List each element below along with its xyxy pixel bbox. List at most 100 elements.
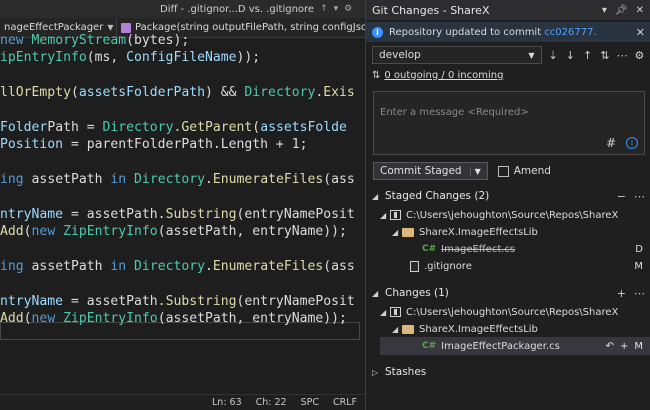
file-icon [410,260,419,272]
code-token: new [31,311,64,327]
code-line[interactable]: FolderPath = Directory.GetParent(assetsF… [0,119,347,136]
staged-folder-node[interactable]: ◢ ShareX.ImageEffectsLib [366,224,650,240]
code-token: ) && [204,85,245,101]
settings-icon[interactable]: ⚙ [634,49,645,62]
changes-repo-node[interactable]: ◢ C:\Users\jehoughton\Source\Repos\Share… [366,304,650,320]
code-token: ing [0,259,32,275]
collapse-icon[interactable]: ◢ [380,308,390,317]
close-icon[interactable]: ✕ [636,5,644,16]
chevron-down-icon: ▼ [528,50,535,60]
commit-staged-button[interactable]: Commit Staged ▼ [373,162,488,180]
changes-repo-path: C:\Users\jehoughton\Source\Repos\ShareX [406,306,619,318]
more-icon[interactable]: ⋯ [634,190,645,203]
code-token: assetsFolde [260,120,347,135]
info-icon[interactable]: i [626,137,638,149]
pin-icon[interactable]: 📌︎ [615,5,628,16]
chevron-down-icon[interactable]: ▼ [469,166,481,176]
changes-header[interactable]: ◢ Changes (1) + ⋯ [366,285,650,301]
code-line[interactable]: ntryName = assetPath.Substring(entryName… [0,293,355,310]
plus-icon[interactable]: + [617,287,626,300]
code-token: Directory [134,172,205,188]
outgoing-incoming-link[interactable]: 0 outgoing / 0 incoming [384,70,503,81]
whitespace-mode[interactable]: SPC [301,397,319,408]
pin-icon[interactable]: ↑ [320,4,328,14]
changes-folder-node[interactable]: ◢ ShareX.ImageEffectsLib [366,321,650,337]
hash-icon[interactable]: # [606,136,616,150]
changes-title: Changes (1) [385,287,449,299]
collapse-icon[interactable]: ◢ [372,289,380,298]
code-token: = parentFolderPath.Length + 1; [63,137,308,153]
column-number[interactable]: Ch: 22 [256,397,287,408]
branch-dropdown[interactable]: develop ▼ [372,46,542,64]
editor-status-bar: Ln: 63 Ch: 22 SPC CRLF [0,394,365,410]
sync-icon[interactable]: ⇅ [599,49,610,62]
csharp-file-icon: C# [422,341,437,351]
panel-title-bar: Git Changes - ShareX ▾ 📌︎ ✕ [366,0,650,20]
code-token: (assetPath, entryName)); [157,224,347,240]
code-line[interactable]: Add(new ZipEntryInfo(assetPath, entryNam… [0,310,347,327]
push-icon[interactable]: ↑ [582,49,593,62]
commit-row: Commit Staged ▼ Amend [373,162,551,180]
stage-plus-icon[interactable]: + [620,341,628,352]
settings-icon[interactable]: ⚙ [344,4,352,14]
stashes-title: Stashes [385,366,427,378]
code-token: = assetPath. [63,294,166,309]
pull-icon[interactable]: ↓ [565,49,576,62]
git-changes-panel: Git Changes - ShareX ▾ 📌︎ ✕ i Repository… [365,0,650,410]
staged-changes-header[interactable]: ◢ Staged Changes (2) − ⋯ [366,188,650,204]
line-ending[interactable]: CRLF [333,397,357,408]
more-icon[interactable]: ⋯ [617,49,628,62]
method-icon [121,22,131,33]
staged-file-row[interactable]: .gitignore M [366,258,650,274]
chevron-down-icon: ▼ [107,23,114,32]
code-token: ( [70,85,79,101]
more-icon[interactable]: ⋯ [634,287,645,300]
dropdown-icon[interactable]: ▾ [334,4,339,14]
stashes-header[interactable]: ▷ Stashes [366,364,650,380]
collapse-icon[interactable]: ◢ [380,211,390,220]
code-token: Directory [102,120,174,135]
code-line[interactable]: ing assetPath in Directory.EnumerateFile… [0,258,355,275]
code-line[interactable]: ing assetPath in Directory.EnumerateFile… [0,171,355,188]
code-line[interactable]: Position = parentFolderPath.Length + 1; [0,136,307,153]
code-line[interactable]: new MemoryStream(bytes); [0,32,189,49]
repository-icon [390,307,401,317]
code-line[interactable]: ntryName = assetPath.Substring(entryName… [0,206,355,223]
fetch-icon[interactable]: ⇣ [548,49,559,62]
collapse-icon[interactable]: ◢ [392,228,402,237]
diff-tab[interactable]: Diff - .gitignor...D vs. .gitignore ↑ ▾ … [0,0,365,18]
code-line[interactable]: Add(new ZipEntryInfo(assetPath, entryNam… [0,223,347,240]
expand-icon[interactable]: ▷ [372,368,380,377]
undo-icon[interactable]: ↶ [606,341,614,352]
changes-file-row[interactable]: C# ImageEffectPackager.cs ↶ + M [380,337,650,355]
info-icon: i [372,26,383,38]
line-number[interactable]: Ln: 63 [212,397,242,408]
code-token: ( [23,311,32,327]
commit-link[interactable]: cc026777. [544,27,596,38]
code-line[interactable]: ipEntryInfo(ms, ConfigFileName)); [0,49,260,66]
changes-folder-name: ShareX.ImageEffectsLib [419,323,538,335]
staged-changes-title: Staged Changes (2) [385,190,490,202]
close-icon[interactable]: ✕ [636,26,645,39]
staged-file-row[interactable]: C# ImageEffect.cs D [366,241,650,257]
collapse-icon[interactable]: ◢ [392,325,402,334]
code-editor[interactable]: Diff - .gitignor...D vs. .gitignore ↑ ▾ … [0,0,365,410]
code-token: Substring [165,207,237,222]
amend-checkbox[interactable]: Amend [497,165,551,177]
sync-status: ⇅ 0 outgoing / 0 incoming [366,67,650,83]
dropdown-icon[interactable]: ▾ [602,5,607,16]
minus-icon[interactable]: − [617,190,626,203]
code-token: (entryNamePosit [236,207,355,222]
code-token: )); [236,50,261,66]
code-token: = assetPath. [63,207,166,222]
staged-repo-node[interactable]: ◢ C:\Users\jehoughton\Source\Repos\Share… [366,207,650,223]
code-token: llOrEmpty [0,85,71,101]
branch-toolbar: develop ▼ ⇣ ↓ ↑ ⇅ ⋯ ⚙ [366,44,650,66]
checkbox-box[interactable] [497,165,509,177]
code-area[interactable]: new MemoryStream(bytes); ipEntryInfo(ms, … [0,33,365,410]
code-token: (entryNamePosit [236,294,355,309]
code-token: Directory [134,259,205,275]
code-line[interactable]: llOrEmpty(assetsFolderPath) && Directory… [0,84,355,101]
commit-message-input[interactable] [374,92,644,132]
collapse-icon[interactable]: ◢ [372,192,380,201]
